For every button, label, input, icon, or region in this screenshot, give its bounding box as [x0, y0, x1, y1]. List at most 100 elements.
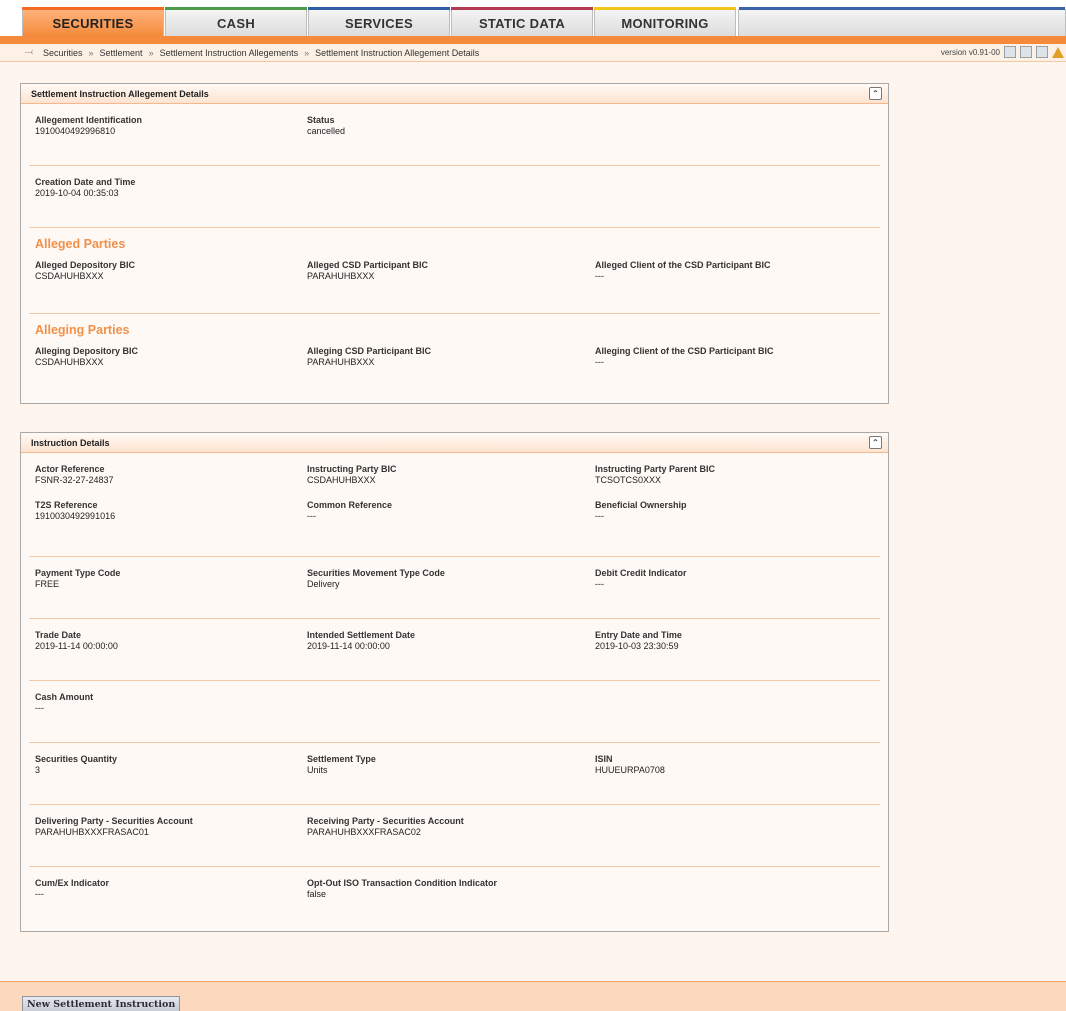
warning-icon[interactable] [1052, 46, 1064, 58]
tab-services[interactable]: SERVICES [308, 7, 450, 36]
field-label: ISIN [595, 754, 613, 764]
securities-movement-type-field: Securities Movement Type Code Delivery [307, 568, 445, 589]
field-label: Payment Type Code [35, 568, 121, 578]
tab-securities[interactable]: SECURITIES [22, 7, 164, 36]
field-label: Cum/Ex Indicator [35, 878, 110, 888]
entry-date-time-field: Entry Date and Time 2019-10-03 23:30:59 [595, 630, 682, 651]
field-value: 2019-10-04 00:35:03 [35, 188, 119, 198]
field-value: PARAHUHBXXX [307, 271, 375, 281]
field-label: Beneficial Ownership [595, 500, 687, 510]
field-label: Alleged Client of the CSD Participant BI… [595, 260, 771, 270]
field-label: Instructing Party BIC [307, 464, 397, 474]
payment-type-code-field: Payment Type Code FREE [35, 568, 120, 589]
field-value: 2019-11-14 00:00:00 [307, 641, 390, 651]
detail-row: Cash Amount --- [29, 681, 880, 743]
field-value: Units [307, 765, 328, 775]
panel-title: Instruction Details [31, 437, 110, 448]
common-reference-field: Common Reference --- [307, 500, 392, 521]
breadcrumb: Securities » Settlement » Settlement Ins… [43, 48, 479, 58]
field-value: --- [35, 889, 44, 899]
breadcrumb-settlement[interactable]: Settlement [100, 48, 143, 58]
field-label: Alleging CSD Participant BIC [307, 346, 432, 356]
field-label: Securities Quantity [35, 754, 118, 764]
field-label: Debit Credit Indicator [595, 568, 687, 578]
print-icon[interactable] [1004, 46, 1016, 58]
field-value: --- [595, 357, 604, 367]
field-value: cancelled [307, 126, 346, 136]
alleging-csd-participant-field: Alleging CSD Participant BIC PARAHUHBXXX [307, 346, 431, 367]
allegement-identification-field: Allegement Identification 19100404929968… [35, 115, 142, 136]
breadcrumb-bar: ⤙ Securities » Settlement » Settlement I… [0, 44, 1066, 62]
section-title: Alleged Parties [35, 237, 126, 251]
field-label: Alleging Depository BIC [35, 346, 139, 356]
collapse-icon[interactable]: ⌃ [869, 87, 882, 100]
cash-amount-field: Cash Amount --- [35, 692, 93, 713]
breadcrumb-securities[interactable]: Securities [43, 48, 83, 58]
field-value: FSNR-32-27-24837 [35, 475, 114, 485]
field-label: Opt-Out ISO Transaction Condition Indica… [307, 878, 497, 888]
alleging-client-field: Alleging Client of the CSD Participant B… [595, 346, 774, 367]
isin-field: ISIN HUUEURPA0708 [595, 754, 665, 775]
panel-header: Instruction Details ⌃ [21, 433, 888, 453]
field-label: Status [307, 115, 335, 125]
field-value: false [307, 889, 327, 899]
trade-date-field: Trade Date 2019-11-14 00:00:00 [35, 630, 118, 651]
opt-out-indicator-field: Opt-Out ISO Transaction Condition Indica… [307, 878, 497, 899]
field-value: 3 [35, 765, 41, 775]
save-icon[interactable] [1020, 46, 1032, 58]
field-label: Trade Date [35, 630, 82, 640]
field-label: Cash Amount [35, 692, 94, 702]
back-arrow-icon[interactable]: ⤙ [22, 46, 36, 60]
field-value: FREE [35, 579, 60, 589]
status-field: Status cancelled [307, 115, 345, 136]
field-label: Actor Reference [35, 464, 105, 474]
field-value: PARAHUHBXXXFRASAC01 [35, 827, 149, 837]
breadcrumb-separator: » [304, 47, 310, 58]
instructing-party-parent-bic-field: Instructing Party Parent BIC TCSOTCS0XXX [595, 464, 715, 485]
field-label: Receiving Party - Securities Account [307, 816, 464, 826]
tab-monitoring[interactable]: MONITORING [594, 7, 736, 36]
actor-reference-field: Actor Reference FSNR-32-27-24837 [35, 464, 114, 485]
field-label: Delivering Party - Securities Account [35, 816, 193, 826]
breadcrumb-separator: » [148, 47, 154, 58]
collapse-icon[interactable]: ⌃ [869, 436, 882, 449]
field-label: Common Reference [307, 500, 393, 510]
field-label: Securities Movement Type Code [307, 568, 445, 578]
field-value: --- [307, 511, 316, 521]
detail-row: Securities Quantity 3 Settlement Type Un… [29, 743, 880, 805]
field-label: Entry Date and Time [595, 630, 682, 640]
tab-bar-filler [738, 7, 1066, 36]
field-value: CSDAHUHBXXX [307, 475, 376, 485]
breadcrumb-allegements[interactable]: Settlement Instruction Allegements [160, 48, 299, 58]
detail-row: Trade Date 2019-11-14 00:00:00 Intended … [29, 619, 880, 681]
field-value: PARAHUHBXXX [307, 357, 375, 367]
field-value: --- [595, 271, 604, 281]
debit-credit-indicator-field: Debit Credit Indicator --- [595, 568, 687, 589]
creation-date-field: Creation Date and Time 2019-10-04 00:35:… [35, 177, 135, 198]
field-value: 1910030492991016 [35, 511, 116, 521]
tab-static-data[interactable]: STATIC DATA [451, 7, 593, 36]
instructing-party-bic-field: Instructing Party BIC CSDAHUHBXXX [307, 464, 397, 485]
field-label: Creation Date and Time [35, 177, 136, 187]
refresh-icon[interactable] [1036, 46, 1048, 58]
detail-row: Allegement Identification 19100404929968… [29, 104, 880, 166]
bottom-action-bar: New Settlement Instruction [0, 981, 1066, 1011]
tab-underline [0, 36, 1066, 44]
tab-cash[interactable]: CASH [165, 7, 307, 36]
field-value: --- [595, 511, 604, 521]
delivering-account-field: Delivering Party - Securities Account PA… [35, 816, 193, 837]
new-settlement-instruction-button[interactable]: New Settlement Instruction [22, 996, 181, 1011]
alleged-csd-participant-field: Alleged CSD Participant BIC PARAHUHBXXX [307, 260, 428, 281]
field-value: --- [35, 703, 44, 713]
version-label: version v0.91-00 [940, 47, 1000, 57]
field-value: CSDAHUHBXXX [35, 271, 104, 281]
breadcrumb-separator: » [88, 47, 94, 58]
detail-row: Payment Type Code FREE Securities Moveme… [29, 557, 880, 619]
main-content: Settlement Instruction Allegement Detail… [0, 62, 1066, 981]
field-value: Delivery [307, 579, 340, 589]
field-label: Alleging Client of the CSD Participant B… [595, 346, 774, 356]
detail-row: Actor Reference FSNR-32-27-24837 Instruc… [29, 453, 880, 495]
field-value: --- [595, 579, 604, 589]
t2s-reference-field: T2S Reference 1910030492991016 [35, 500, 115, 521]
instruction-details-panel: Instruction Details ⌃ Actor Reference FS… [20, 432, 889, 932]
